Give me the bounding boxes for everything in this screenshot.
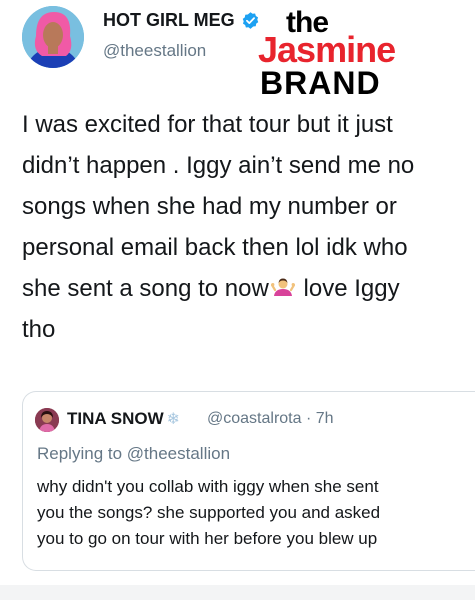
person-shrugging-emoji-icon (270, 272, 295, 296)
tweet-body: I was excited for that tour but it just … (22, 104, 470, 350)
bottom-strip (0, 585, 475, 600)
author-display-name[interactable]: HOT GIRL MEG (103, 10, 260, 31)
replying-to-label[interactable]: Replying to @theestallion (37, 444, 230, 464)
quoted-author-handle-time[interactable]: @coastalrota · 7h (207, 410, 334, 428)
watermark-jasmine: Jasmine (258, 29, 396, 70)
quoted-author-name[interactable]: TINA SNOW ❄ (67, 409, 180, 429)
snowflake-icon: ❄ (166, 411, 181, 428)
quoted-tweet-text: why didn't you collab with iggy when she… (37, 477, 381, 548)
author-handle[interactable]: @theestallion (103, 41, 206, 61)
jasmine-brand-watermark: the Jasmine BRAND (252, 0, 402, 104)
tweet-text-part1: I was excited for that tour but it just … (22, 111, 415, 302)
author-name-text: HOT GIRL MEG (103, 10, 235, 30)
quoted-author-avatar[interactable] (35, 408, 59, 432)
author-avatar[interactable] (22, 6, 84, 68)
quoted-author-name-text: TINA SNOW (67, 409, 164, 428)
quoted-tweet-card[interactable]: TINA SNOW ❄ @coastalrota · 7h Replying t… (22, 391, 475, 571)
watermark-brand: BRAND (260, 65, 381, 101)
tweet-screenshot: HOT GIRL MEG @theestallion the Jasmine B… (0, 0, 475, 600)
